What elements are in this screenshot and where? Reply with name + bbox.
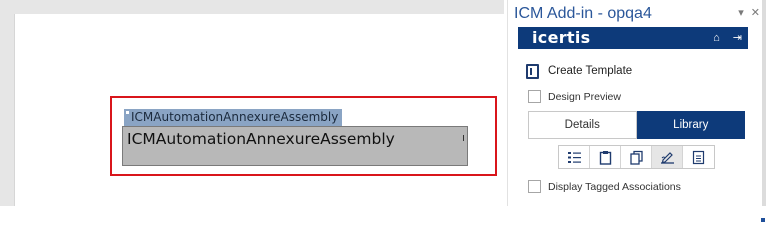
design-preview-row[interactable]: Design Preview (528, 90, 621, 103)
logout-icon[interactable]: ⇥ (733, 32, 742, 44)
sign-icon[interactable] (652, 146, 683, 168)
taskpane-title: ICM Add-in - opqa4 (514, 5, 652, 22)
resize-grip[interactable] (761, 218, 765, 222)
create-template-label: Create Template (548, 65, 633, 77)
taskpane-menu-icon[interactable]: ▾ (738, 7, 744, 19)
tab-strip: Details Library (528, 111, 745, 139)
content-control-tag[interactable]: ICMAutomationAnnexureAssembly (124, 109, 343, 126)
icertis-logo: icertis (532, 28, 591, 47)
template-icon (526, 63, 539, 79)
home-icon[interactable]: ⌂ (713, 32, 720, 44)
tab-library[interactable]: Library (636, 111, 745, 139)
brand-bar-icons: ⌂ ⇥ (703, 31, 742, 44)
display-tagged-label: Display Tagged Associations (548, 180, 681, 193)
taskpane: ICM Add-in - opqa4 ▾ ✕ icertis ⌂ ⇥ Creat… (507, 0, 766, 206)
brand-bar: icertis ⌂ ⇥ (518, 27, 748, 49)
display-tagged-row[interactable]: Display Tagged Associations (528, 180, 681, 193)
content-control[interactable]: ICMAutomationAnnexureAssembly (122, 126, 468, 166)
design-preview-checkbox[interactable] (528, 90, 541, 103)
content-control-text[interactable]: ICMAutomationAnnexureAssembly (127, 130, 395, 148)
library-toolbar (558, 145, 715, 169)
clipboard-icon[interactable] (590, 146, 621, 168)
design-preview-label: Design Preview (548, 90, 621, 103)
content-control-handle-icon[interactable] (126, 111, 129, 114)
copy-icon[interactable] (621, 146, 652, 168)
tab-details[interactable]: Details (528, 111, 637, 139)
list-icon[interactable] (559, 146, 590, 168)
taskpane-controls: ▾ ✕ (734, 6, 760, 19)
scrollbar-track[interactable] (762, 0, 766, 206)
content-control-end-mark (463, 135, 464, 141)
document-icon[interactable] (683, 146, 714, 168)
taskpane-close-icon[interactable]: ✕ (751, 7, 760, 19)
create-template-button[interactable]: Create Template (526, 62, 632, 80)
display-tagged-checkbox[interactable] (528, 180, 541, 193)
content-control-tag-label: ICMAutomationAnnexureAssembly (131, 110, 339, 124)
